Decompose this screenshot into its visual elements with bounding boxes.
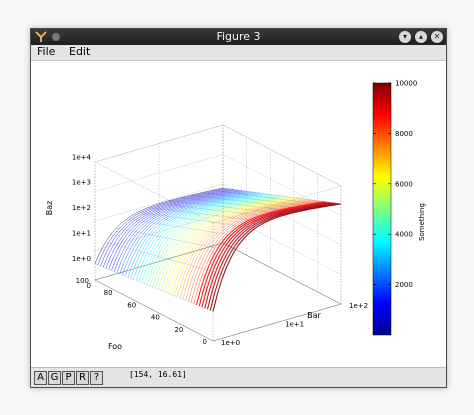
menu-edit[interactable]: Edit bbox=[69, 45, 90, 58]
baz-tick-label: 1e+4 bbox=[72, 153, 92, 161]
menu-file[interactable]: File bbox=[37, 45, 55, 58]
toolbar-button-r[interactable]: R bbox=[76, 371, 89, 385]
toolbar-button-a[interactable]: A bbox=[34, 371, 47, 385]
close-icon[interactable]: ✕ bbox=[431, 31, 443, 43]
colorbar-tick-label: 2000 bbox=[395, 281, 413, 289]
foo-tick-label: 20 bbox=[174, 326, 183, 334]
colorbar-tick-label: 10000 bbox=[395, 80, 417, 88]
baz-tick-label: 1e+0 bbox=[72, 255, 91, 263]
status-bar: A G P R? [154, 16.61] bbox=[31, 367, 446, 387]
foo-tick-label: 0 bbox=[203, 338, 207, 346]
baz-tick-label: 1e+3 bbox=[72, 179, 91, 187]
coordinate-readout: [154, 16.61] bbox=[129, 370, 187, 379]
toolbar-button-g[interactable]: G bbox=[48, 371, 61, 385]
bar-axis-label: Bar bbox=[307, 311, 321, 320]
minimize-icon[interactable]: ▾ bbox=[399, 31, 411, 43]
foo-axis-label: Foo bbox=[108, 342, 122, 351]
baz-origin-label: 0 bbox=[87, 282, 91, 290]
surface-mesh bbox=[94, 187, 342, 312]
foo-tick-label: 60 bbox=[127, 301, 136, 309]
bar-tick-label: 1e+1 bbox=[285, 321, 304, 329]
figure-window: Figure 3 ▾ ▴ ✕ File Edit 0 20 40 60 80 100 1e+… bbox=[30, 28, 447, 388]
window-title: Figure 3 bbox=[216, 30, 261, 43]
colorbar-tick-label: 4000 bbox=[395, 231, 413, 239]
bar-tick-label: 1e+0 bbox=[221, 339, 240, 347]
plot-area[interactable]: 0 20 40 60 80 100 1e+0 1e+1 1e+2 1e+0 1e+1 1e+2 1e+3… bbox=[31, 61, 446, 367]
menu-file-label: File bbox=[37, 45, 56, 58]
colorbar bbox=[372, 82, 392, 336]
menu-edit-label: Edit bbox=[69, 45, 91, 58]
toolbar-button-help[interactable]: ? bbox=[90, 371, 103, 385]
bar-tick-label: 1e+2 bbox=[349, 302, 368, 310]
colorbar-tick-label: 6000 bbox=[395, 180, 413, 188]
baz-tick-label: 1e+2 bbox=[72, 204, 91, 212]
title-bar[interactable]: Figure 3 ▾ ▴ ✕ bbox=[31, 29, 446, 45]
toolbar-button-p[interactable]: P bbox=[62, 371, 75, 385]
menu-bar: File Edit bbox=[31, 45, 446, 61]
baz-tick-label: 1e+1 bbox=[72, 229, 91, 237]
surface-plot[interactable]: 0204060801001e+01e+11e+21e+01e+11e+21e+3… bbox=[31, 61, 446, 367]
foo-tick-label: 40 bbox=[151, 314, 160, 322]
colorbar-label: Something bbox=[418, 203, 426, 241]
colorbar-tick-label: 8000 bbox=[395, 130, 413, 138]
foo-tick-label: 80 bbox=[104, 289, 113, 297]
maximize-icon[interactable]: ▴ bbox=[415, 31, 427, 43]
baz-axis-label: Baz bbox=[45, 201, 54, 216]
